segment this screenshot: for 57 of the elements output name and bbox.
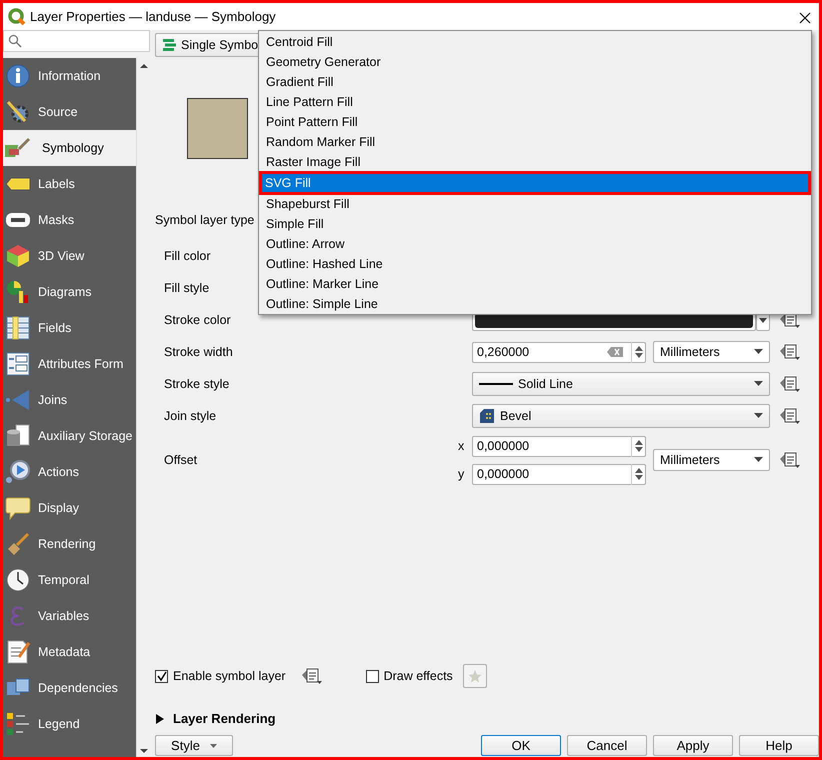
field-label: Symbol layer type [155,212,254,229]
dialog-button[interactable]: Cancel [567,735,647,756]
unit-combo[interactable]: Millimeters [653,449,770,471]
menu-item[interactable]: Random Marker Fill [260,132,810,152]
sidebar-item[interactable]: Joins [3,382,136,418]
number-field[interactable]: 0,000000 [472,436,646,456]
field-label: Stroke color [164,312,231,329]
dialog-button[interactable]: Apply [653,735,733,756]
menu-item[interactable]: Simple Fill [260,214,810,234]
menu-button[interactable]: Style [155,735,233,756]
sidebar-item[interactable]: Fields [3,310,136,346]
menu-item[interactable]: Line Pattern Fill [260,92,810,112]
field-label: Stroke width [164,344,233,361]
style-combo[interactable]: Solid Line [472,372,770,396]
sidebar-item[interactable]: Masks [3,202,136,238]
sidebar-item[interactable]: Temporal [3,562,136,598]
menu-item[interactable]: Point Pattern Fill [260,112,810,132]
unit-combo[interactable]: Millimeters [653,341,770,363]
sidebar-item[interactable]: Source [3,94,136,130]
sidebar-item[interactable]: Metadata [3,634,136,670]
style-combo[interactable]: Bevel [472,404,770,428]
enable-checkbox[interactable]: Enable symbol layer [155,666,286,686]
sidebar-item[interactable]: Labels [3,166,136,202]
dialog-button[interactable]: OK [481,735,561,756]
menu-item[interactable]: Outline: Hashed Line [260,254,810,274]
menu-item[interactable]: Gradient Fill [260,72,810,92]
menu-item[interactable]: Outline: Arrow [260,234,810,254]
number-field[interactable]: 0,260000 [472,342,646,362]
menu-item[interactable]: SVG Fill [260,172,810,194]
menu-item[interactable]: Raster Image Fill [260,152,810,172]
menu-item[interactable]: Shapeburst Fill [260,194,810,214]
sidebar-item[interactable]: Variables [3,598,136,634]
axis-label: y [458,466,466,483]
sidebar-item[interactable]: Diagrams [3,274,136,310]
field-label: Offset [164,452,198,469]
sidebar-item[interactable]: Legend [3,706,136,742]
sidebar-item[interactable]: Symbology [3,130,136,166]
section-header[interactable]: Layer Rendering [155,709,276,729]
draw-effects-checkbox[interactable]: Draw effects [366,666,453,686]
sidebar-item[interactable]: Information [3,58,136,94]
sidebar-item[interactable]: Rendering [3,526,136,562]
number-field[interactable]: 0,000000 [472,464,646,484]
field-label: Fill style [164,280,210,297]
sidebar-item[interactable]: 3D View [3,238,136,274]
sidebar-item[interactable]: Actions [3,454,136,490]
dialog-button[interactable]: Help [739,735,819,756]
sidebar-item[interactable]: Auxiliary Storage [3,418,136,454]
sidebar-item[interactable]: Dependencies [3,670,136,706]
menu-item[interactable]: Outline: Simple Line [260,294,810,314]
sidebar-item[interactable]: Display [3,490,136,526]
field-label: Stroke style [164,376,230,393]
menu-item[interactable]: Outline: Marker Line [260,274,810,294]
axis-label: x [458,438,466,455]
window-title: Layer Properties — landuse — Symbology [30,8,276,26]
field-label: Join style [164,408,216,425]
sidebar-item[interactable]: Attributes Form [3,346,136,382]
field-label: Fill color [164,248,211,265]
